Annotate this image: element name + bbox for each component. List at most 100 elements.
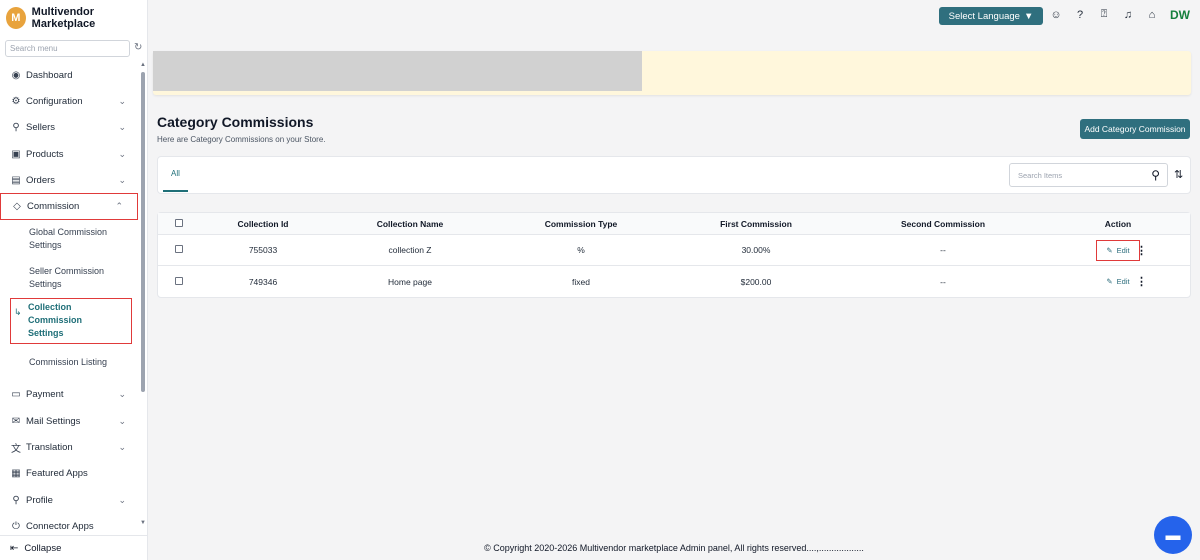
cell-action: ✎ Edit [1058, 239, 1178, 261]
apps-icon: ▦ [11, 468, 21, 480]
profile-icon: ⚲ [12, 494, 20, 506]
sidebar-item-featured-apps[interactable]: ▦ Featured Apps [0, 461, 140, 487]
search-icon[interactable]: ⚲ [1151, 168, 1160, 182]
more-options-icon[interactable]: ⋮ [1136, 275, 1147, 288]
sidebar-item-translation[interactable]: 文 Translation ⌄ [0, 434, 140, 460]
edit-label: Edit [1116, 277, 1130, 286]
sidebar-item-orders[interactable]: ▤ Orders ⌄ [0, 167, 140, 193]
order-icon: ▤ [11, 174, 21, 186]
scroll-thumb[interactable] [141, 72, 145, 392]
search-input[interactable] [1010, 164, 1140, 186]
sidebar-item-products[interactable]: ▣ Products ⌄ [0, 141, 140, 167]
account-icon[interactable]: ☺ [1050, 9, 1062, 21]
sidebar-item-label: Sellers [26, 122, 56, 134]
sidebar-subitem-global-commission[interactable]: Global Commission Settings [0, 220, 140, 259]
user-avatar[interactable]: DW [1170, 8, 1190, 22]
sidebar-item-label: Connector Apps [26, 520, 94, 532]
sidebar-item-dashboard[interactable]: ◉ Dashboard [0, 62, 140, 88]
bell-icon[interactable]: ♫ [1122, 9, 1134, 21]
filter-bar: All ⚲ ⇅ [157, 156, 1191, 194]
sidebar-item-label: Dashboard [26, 69, 73, 81]
store-icon[interactable]: ⌂ [1146, 9, 1158, 21]
sidebar-item-label: Configuration [26, 95, 83, 107]
select-all-checkbox[interactable] [174, 218, 184, 229]
header-commission-type[interactable]: Commission Type [518, 219, 644, 229]
sidebar-item-label: Commission [27, 201, 80, 213]
sidebar-subitem-label: Global Commission Settings [29, 227, 108, 251]
header-collection-name[interactable]: Collection Name [350, 219, 470, 229]
row-checkbox[interactable] [174, 276, 184, 287]
row-checkbox[interactable] [174, 245, 184, 255]
add-category-commission-button[interactable]: Add Category Commission [1080, 119, 1190, 139]
chevron-down-icon: ⌄ [118, 174, 126, 185]
feedback-icon[interactable]: ⍰ [1098, 8, 1110, 21]
chevron-down-icon: ⌄ [118, 494, 126, 505]
cell-commission-type: % [577, 245, 585, 255]
sidebar-item-label: Products [26, 148, 64, 160]
sidebar-item-label: Featured Apps [26, 468, 88, 480]
sidebar-item-commission[interactable]: ◇ Commission ⌃ [0, 193, 138, 220]
select-language-button[interactable]: Select Language ▼ [939, 7, 1043, 25]
more-options-icon[interactable]: ⋮ [1136, 244, 1147, 257]
scroll-up-icon[interactable]: ▲ [140, 62, 146, 68]
sidebar-item-payment[interactable]: ▭ Payment ⌄ [0, 382, 140, 408]
edit-button[interactable]: ✎ Edit [1097, 272, 1138, 291]
banner-placeholder [153, 51, 642, 91]
chevron-down-icon: ⌄ [118, 415, 126, 426]
cell-second-commission: -- [940, 276, 946, 287]
cell-collection-id: 755033 [248, 245, 278, 255]
cell-collection-id: 749346 [248, 276, 278, 287]
header-action: Action [1104, 218, 1132, 229]
chevron-down-icon: ⌄ [118, 442, 126, 453]
select-language-label: Select Language [948, 10, 1020, 22]
edit-icon: ✎ [1106, 245, 1113, 255]
footer: © Copyright 2020-2026 Multivendor market… [484, 542, 864, 553]
header-collection-id[interactable]: Collection Id [218, 219, 308, 229]
settings-icon: ⚙ [11, 95, 21, 107]
header-second-commission[interactable]: Second Commission [868, 219, 1018, 229]
user-icon: ⚲ [12, 122, 20, 134]
edit-button[interactable]: ✎ Edit [1096, 239, 1140, 261]
sidebar-scrollbar[interactable]: ▲ ▼ [140, 62, 146, 527]
cell-collection-name: collection Z [388, 245, 432, 255]
notice-banner [153, 51, 1191, 95]
sidebar-item-sellers[interactable]: ⚲ Sellers ⌄ [0, 115, 140, 141]
sidebar-item-mail-settings[interactable]: ✉ Mail Settings ⌄ [0, 408, 140, 434]
refresh-icon[interactable]: ↻ [134, 42, 142, 53]
sidebar-subitem-collection-commission[interactable]: ↳ Collection Commission Settings [10, 297, 132, 344]
chat-icon: ▬ [1165, 526, 1181, 544]
sidebar-item-label: Translation [26, 442, 73, 454]
sidebar: M Multivendor Marketplace ↻ ◉ Dashboard … [0, 0, 148, 560]
menu-search-input[interactable] [5, 40, 130, 57]
collapse-icon: ⇤ [10, 542, 19, 554]
sidebar-item-label: Payment [26, 389, 64, 401]
sidebar-subitem-seller-commission[interactable]: Seller Commission Settings [0, 259, 140, 298]
diamond-icon: ◇ [13, 201, 21, 213]
brand[interactable]: M Multivendor Marketplace [6, 6, 147, 30]
page-title: Category Commissions [157, 114, 314, 130]
sidebar-item-label: Profile [26, 494, 53, 506]
sidebar-subitem-label: Seller Commission Settings [29, 266, 105, 290]
sidebar-subitem-label: Collection Commission Settings [28, 302, 83, 339]
top-icons: ☺ ? ⍰ ♫ ⌂ [1050, 8, 1158, 21]
chevron-down-icon: ⌄ [118, 122, 126, 133]
chevron-down-icon: ⌄ [118, 95, 126, 106]
header-first-commission[interactable]: First Commission [688, 219, 824, 229]
sidebar-item-configuration[interactable]: ⚙ Configuration ⌄ [0, 88, 140, 114]
tab-all[interactable]: All [163, 169, 188, 192]
chat-button[interactable]: ▬ [1154, 516, 1192, 554]
sidebar-nav: ◉ Dashboard ⚙ Configuration ⌄ ⚲ Sellers … [0, 62, 140, 540]
table-row: 755033 collection Z % 30.00% -- ✎ Edit ⋮ [158, 235, 1190, 266]
collapse-button[interactable]: ⇤ Collapse [0, 535, 148, 560]
sidebar-subitem-commission-listing[interactable]: Commission Listing [0, 344, 140, 382]
scroll-down-icon[interactable]: ▼ [140, 520, 146, 526]
sub-arrow-icon: ↳ [14, 306, 22, 317]
cell-collection-name: Home page [388, 276, 432, 287]
cell-first-commission: 30.00% [741, 245, 771, 255]
plug-icon: ⏻ [12, 520, 20, 532]
sidebar-item-profile[interactable]: ⚲ Profile ⌄ [0, 487, 140, 513]
help-icon[interactable]: ? [1074, 9, 1086, 21]
translate-icon: 文 [11, 444, 21, 456]
brand-logo: M [6, 7, 26, 29]
sort-icon[interactable]: ⇅ [1174, 168, 1183, 181]
